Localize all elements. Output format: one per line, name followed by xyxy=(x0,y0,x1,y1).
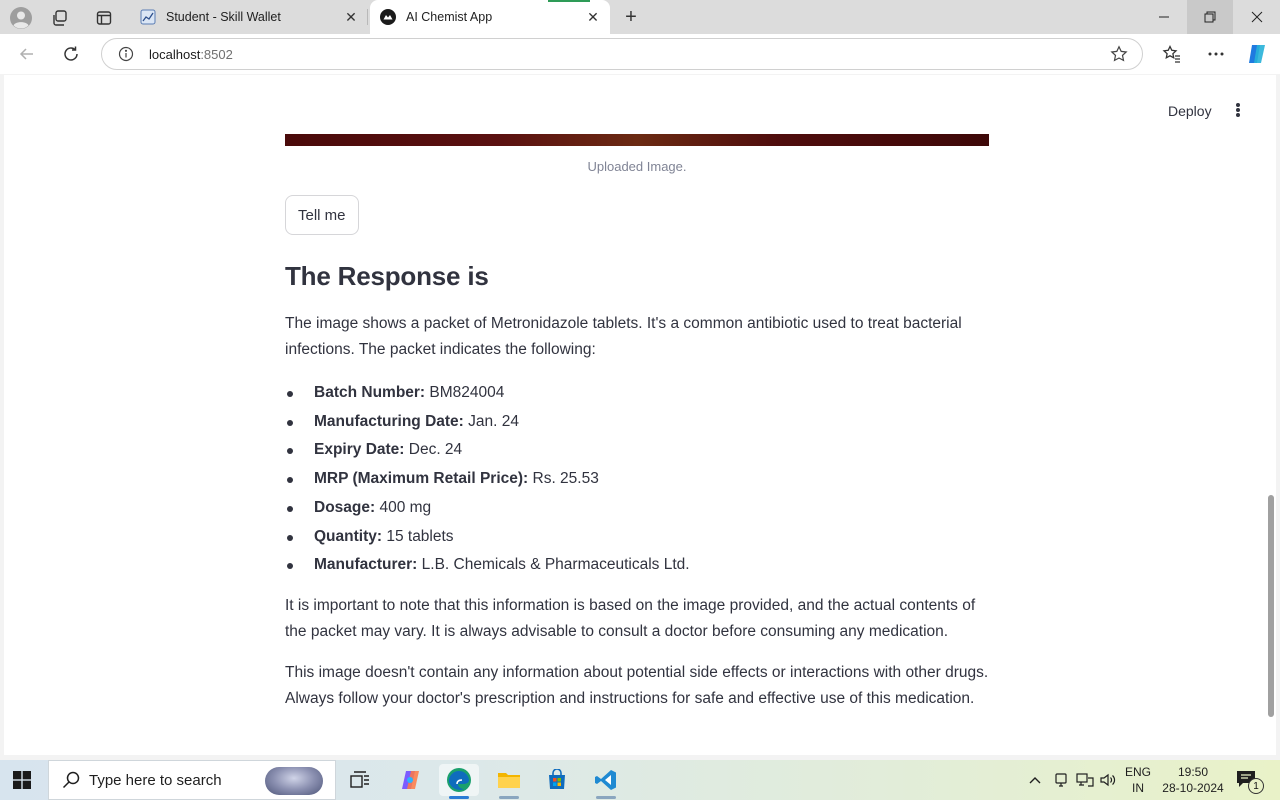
detail-label: Quantity: xyxy=(314,527,383,545)
copilot-taskbar-icon[interactable] xyxy=(390,764,430,796)
more-options-icon[interactable] xyxy=(1204,42,1228,66)
copilot-icon[interactable] xyxy=(1245,42,1269,66)
clock-time: 19:50 xyxy=(1177,765,1209,779)
tell-me-button[interactable]: Tell me xyxy=(285,195,359,235)
detail-label: Dosage: xyxy=(314,498,376,516)
region-code: IN xyxy=(1132,781,1144,795)
minimize-button[interactable] xyxy=(1141,0,1187,34)
file-explorer-icon[interactable] xyxy=(489,764,529,799)
page-scrollbar[interactable] xyxy=(1268,495,1274,717)
response-heading: The Response is xyxy=(285,261,489,291)
details-list: Batch Number: BM824004 Manufacturing Dat… xyxy=(285,379,995,580)
show-hidden-icons-chevron-icon[interactable] xyxy=(1028,760,1042,800)
detail-value: 400 mg xyxy=(375,498,432,516)
favorite-star-icon[interactable] xyxy=(1110,45,1128,63)
app-viewport: Deploy Uploaded Image. Tell me The Respo… xyxy=(4,75,1276,755)
browser-tab-strip: Student - Skill Wallet ✕ AI Chemist App … xyxy=(0,0,1280,34)
response-note: It is important to note that this inform… xyxy=(285,596,976,640)
list-item: MRP (Maximum Retail Price): Rs. 25.53 xyxy=(285,465,995,494)
notification-count-badge: 1 xyxy=(1248,778,1264,794)
favorites-icon[interactable] xyxy=(1160,42,1184,66)
close-tab-icon[interactable]: ✕ xyxy=(582,6,604,28)
tab-title: Student - Skill Wallet xyxy=(166,10,281,24)
response-disclaimer: This image doesn't contain any informati… xyxy=(285,663,989,707)
list-item: Manufacturer: L.B. Chemicals & Pharmaceu… xyxy=(285,551,995,580)
tab-student-skill-wallet[interactable]: Student - Skill Wallet ✕ xyxy=(130,0,368,34)
edge-browser-icon[interactable] xyxy=(439,764,479,799)
refresh-icon[interactable] xyxy=(56,40,86,68)
close-window-button[interactable] xyxy=(1234,0,1280,34)
image-caption: Uploaded Image. xyxy=(587,159,687,174)
detail-value: BM824004 xyxy=(425,384,505,401)
workspaces-icon[interactable] xyxy=(48,5,74,31)
url-port: :8502 xyxy=(200,47,233,62)
detail-value: 15 tablets xyxy=(382,527,454,545)
active-app-indicator xyxy=(449,796,469,799)
main-menu-icon[interactable] xyxy=(1230,101,1246,119)
close-tab-icon[interactable]: ✕ xyxy=(340,6,362,28)
response-section: The Response is The image shows a packet… xyxy=(285,257,995,712)
system-clock[interactable]: 19:50 28-10-2024 xyxy=(1158,764,1228,796)
detail-value: Rs. 25.53 xyxy=(528,470,599,488)
url-host: localhost xyxy=(149,47,201,62)
back-arrow-icon[interactable] xyxy=(12,40,42,68)
deploy-button[interactable]: Deploy xyxy=(1160,99,1220,123)
uploaded-image xyxy=(285,134,989,146)
notification-center-icon[interactable]: 1 xyxy=(1236,770,1264,794)
running-app-indicator xyxy=(596,796,616,799)
detail-value: L.B. Chemicals & Pharmaceuticals Ltd. xyxy=(417,556,690,574)
detail-label: Manufacturer: xyxy=(314,556,418,574)
tab-ai-chemist-app[interactable]: AI Chemist App ✕ xyxy=(370,0,610,34)
streamlit-favicon-icon xyxy=(380,9,396,25)
list-item: Expiry Date: Dec. 24 xyxy=(285,436,995,465)
search-icon xyxy=(61,770,81,790)
list-item: Quantity: 15 tablets xyxy=(285,523,995,552)
search-placeholder: Type here to search xyxy=(89,771,222,789)
vscode-icon[interactable] xyxy=(586,764,626,799)
running-app-indicator xyxy=(499,796,519,799)
detail-label: Expiry Date: xyxy=(314,441,405,459)
input-language-indicator[interactable]: ENG IN xyxy=(1122,764,1154,796)
taskbar-search-box[interactable]: Type here to search xyxy=(48,760,336,800)
detail-label: Batch Number: xyxy=(314,384,426,401)
network-icon[interactable] xyxy=(1076,760,1094,800)
site-info-icon[interactable] xyxy=(118,46,134,62)
list-item: Dosage: 400 mg xyxy=(285,494,995,523)
url-text: localhost:8502 xyxy=(149,47,233,62)
volume-icon[interactable] xyxy=(1099,760,1117,800)
detail-value: Jan. 24 xyxy=(463,412,519,430)
device-icon[interactable] xyxy=(1053,760,1069,800)
detail-value: Dec. 24 xyxy=(404,441,463,459)
clock-date: 28-10-2024 xyxy=(1162,781,1224,795)
new-tab-button[interactable]: + xyxy=(618,4,644,30)
task-view-icon[interactable] xyxy=(340,764,380,796)
list-item: Manufacturing Date: Jan. 24 xyxy=(285,408,995,437)
microsoft-store-icon[interactable] xyxy=(537,764,577,796)
address-bar[interactable]: localhost:8502 xyxy=(101,38,1143,70)
profile-icon[interactable] xyxy=(8,5,34,31)
language-code: ENG xyxy=(1124,765,1151,779)
tab-actions-icon[interactable] xyxy=(91,5,117,31)
detail-label: Manufacturing Date: xyxy=(314,412,464,430)
windows-taskbar: Type here to search ENG IN 19:50 28-10-2 xyxy=(0,760,1280,800)
restore-button[interactable] xyxy=(1187,0,1233,34)
browser-toolbar: localhost:8502 xyxy=(0,34,1280,109)
response-intro: The image shows a packet of Metronidazol… xyxy=(285,315,962,358)
skill-wallet-favicon-icon xyxy=(140,9,156,25)
tab-title: AI Chemist App xyxy=(406,10,493,24)
list-item: Batch Number: BM824004 xyxy=(285,379,995,408)
windows-start-icon[interactable] xyxy=(12,770,32,790)
search-highlight-image xyxy=(265,767,323,795)
tab-loading-indicator xyxy=(548,0,590,2)
detail-label: MRP (Maximum Retail Price): xyxy=(314,470,529,488)
